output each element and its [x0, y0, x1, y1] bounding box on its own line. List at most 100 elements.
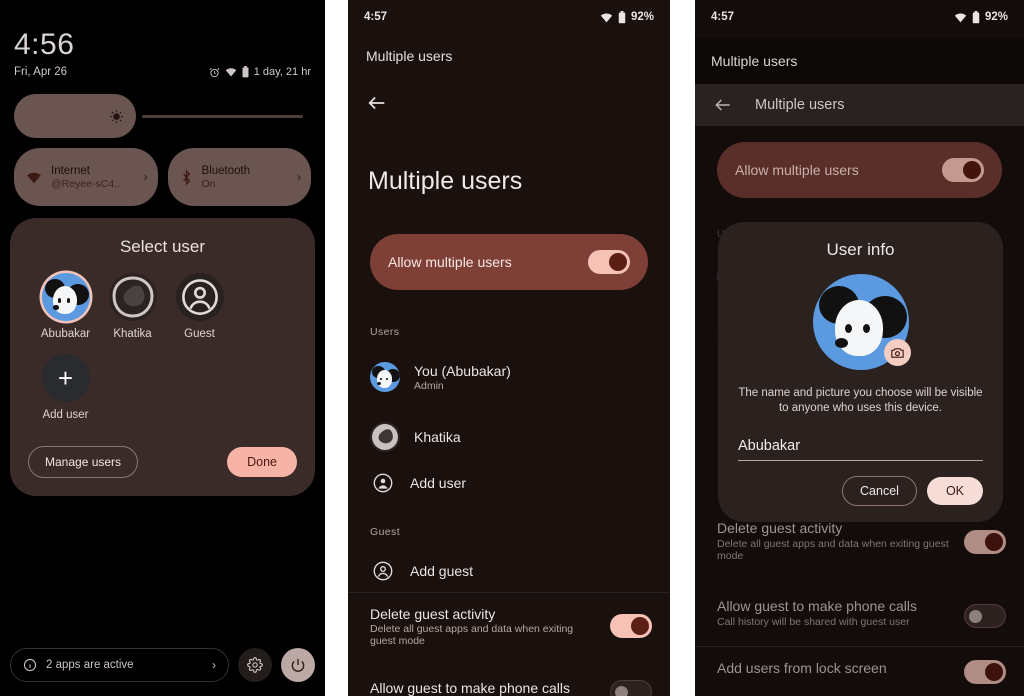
delete-guest-activity-row[interactable]: Delete guest activity Delete all guest a…: [370, 606, 652, 647]
dog-avatar: [41, 273, 90, 321]
power-icon: [290, 657, 306, 673]
chevron-right-icon[interactable]: ›: [297, 170, 301, 184]
cancel-button[interactable]: Cancel: [842, 476, 917, 506]
allow-multiple-users-switch[interactable]: [942, 158, 984, 182]
avatar-edit-button[interactable]: [812, 274, 911, 370]
allow-multiple-users-switch[interactable]: [588, 250, 630, 274]
allow-guest-phone-calls-title: Allow guest to make phone calls: [717, 598, 917, 614]
user-info-dialog: User info The name and picture you choos…: [718, 222, 1003, 522]
done-button[interactable]: Done: [227, 447, 297, 477]
user-row-title: You (Abubakar): [414, 362, 511, 379]
delete-guest-activity-title: Delete guest activity: [717, 520, 843, 536]
allow-multiple-users-row[interactable]: Allow multiple users: [370, 234, 648, 290]
user-item-label: Abubakar: [40, 328, 91, 340]
status-bar: 4:57 92%: [695, 0, 1024, 34]
blob-avatar: [108, 273, 157, 321]
settings-button[interactable]: [238, 648, 272, 682]
battery-remaining-text: 1 day, 21 hr: [253, 66, 311, 78]
delete-guest-activity-text: Delete guest activity Delete all guest a…: [717, 520, 950, 562]
multiple-users-settings-panel: 4:57 92% Multiple users Multiple users A…: [348, 0, 670, 696]
app-bar: Multiple users: [695, 84, 1024, 126]
user-item-abubakar[interactable]: Abubakar: [32, 273, 99, 340]
breadcrumb-bar: Multiple users: [695, 38, 1024, 84]
allow-guest-phone-calls-row[interactable]: Allow guest to make phone calls Call his…: [717, 598, 1006, 628]
add-guest-row[interactable]: Add guest: [370, 558, 652, 584]
wifi-icon: [600, 12, 613, 23]
user-row-you[interactable]: You (Abubakar) Admin: [370, 362, 652, 392]
allow-guest-phone-calls-title: Allow guest to make phone calls: [370, 680, 570, 696]
user-item-khatika[interactable]: Khatika: [99, 273, 166, 340]
arrow-back-icon[interactable]: [366, 92, 390, 116]
dialog-description: The name and picture you choose will be …: [738, 387, 983, 414]
active-apps-button[interactable]: 2 apps are active ›: [10, 648, 229, 682]
add-user-label: Add user: [410, 475, 467, 491]
battery-percent-text: 92%: [630, 11, 654, 23]
select-user-title: Select user: [119, 237, 206, 256]
brightness-slider[interactable]: [14, 94, 311, 138]
battery-icon: [242, 66, 249, 78]
dialog-avatar-wrap: [738, 274, 983, 370]
user-item-guest[interactable]: Guest: [166, 273, 233, 340]
page-title: Multiple users: [368, 167, 523, 195]
delete-guest-activity-subtitle: Delete all guest apps and data when exit…: [370, 623, 574, 647]
add-user-row[interactable]: Add user: [370, 470, 652, 496]
qs-tile-internet[interactable]: Internet @Reyee-sC4.. ›: [14, 148, 158, 206]
app-bar-title: Multiple users: [755, 97, 845, 113]
chevron-right-icon[interactable]: ›: [144, 170, 148, 184]
add-guest-label: Add guest: [410, 563, 474, 579]
qs-tile-internet-text: Internet @Reyee-sC4..: [51, 164, 135, 191]
section-divider: [348, 592, 670, 593]
allow-guest-phone-calls-subtitle: Call history will be shared with guest u…: [717, 616, 910, 628]
qs-tile-internet-title: Internet: [51, 164, 90, 177]
bluetooth-icon: [180, 169, 193, 186]
alarm-icon: [209, 67, 220, 78]
user-row-subtitle: Admin: [414, 379, 444, 392]
add-users-from-lock-screen-row[interactable]: Add users from lock screen: [717, 660, 1006, 684]
user-name-field[interactable]: Abubakar: [738, 438, 983, 461]
battery-icon: [972, 10, 980, 24]
qs-tile-bluetooth[interactable]: Bluetooth On ›: [167, 148, 311, 206]
select-user-card: Select user Abubakar Khatika Guest + Add…: [10, 218, 315, 496]
blob-avatar: [370, 422, 400, 452]
plus-icon: +: [41, 354, 90, 402]
qs-tile-bluetooth-title: Bluetooth: [201, 164, 251, 177]
allow-multiple-users-row[interactable]: Allow multiple users: [717, 142, 1002, 198]
battery-icon: [618, 10, 626, 24]
person-circle-icon: [175, 273, 224, 321]
status-bar-time: 4:57: [711, 11, 735, 23]
delete-guest-activity-switch[interactable]: [610, 614, 652, 638]
arrow-back-icon[interactable]: [713, 95, 733, 115]
allow-guest-phone-calls-row[interactable]: Allow guest to make phone calls: [370, 680, 652, 696]
user-row-title: Khatika: [414, 429, 461, 445]
qs-tile-bluetooth-text: Bluetooth On: [202, 164, 289, 191]
user-item-add-user[interactable]: + Add user: [32, 354, 99, 421]
dialog-actions: Cancel OK: [738, 476, 983, 506]
chevron-right-icon[interactable]: ›: [212, 658, 216, 672]
power-button[interactable]: [281, 648, 315, 682]
user-name-value[interactable]: Abubakar: [738, 438, 983, 454]
delete-guest-activity-switch[interactable]: [964, 530, 1006, 554]
person-circle-icon: [370, 558, 396, 584]
camera-icon[interactable]: [883, 339, 911, 366]
user-item-label: Khatika: [113, 328, 152, 340]
status-bar-time: 4:57: [364, 11, 388, 23]
delete-guest-activity-text: Delete guest activity Delete all guest a…: [370, 606, 596, 647]
delete-guest-activity-title: Delete guest activity: [370, 606, 496, 622]
allow-guest-phone-calls-switch[interactable]: [964, 604, 1006, 628]
allow-guest-phone-calls-switch[interactable]: [610, 680, 652, 696]
user-row-you-text: You (Abubakar) Admin: [414, 363, 511, 392]
user-avatar-row-2: + Add user: [10, 340, 315, 421]
lockscreen-date: Fri, Apr 26: [14, 66, 68, 78]
user-row-khatika[interactable]: Khatika: [370, 422, 652, 452]
wifi-icon: [954, 12, 967, 23]
delete-guest-activity-row[interactable]: Delete guest activity Delete all guest a…: [717, 520, 1006, 562]
qs-tile-internet-subtitle: @Reyee-sC4..: [51, 177, 121, 190]
section-divider: [695, 646, 1024, 647]
manage-users-button[interactable]: Manage users: [28, 446, 139, 478]
ok-button[interactable]: OK: [926, 477, 983, 505]
brightness-slider-track[interactable]: [142, 115, 303, 118]
status-bar: 4:57 92%: [348, 0, 670, 34]
brightness-slider-fill[interactable]: [14, 94, 136, 138]
add-users-from-lock-screen-title: Add users from lock screen: [717, 660, 887, 676]
add-users-from-lock-screen-switch[interactable]: [964, 660, 1006, 684]
